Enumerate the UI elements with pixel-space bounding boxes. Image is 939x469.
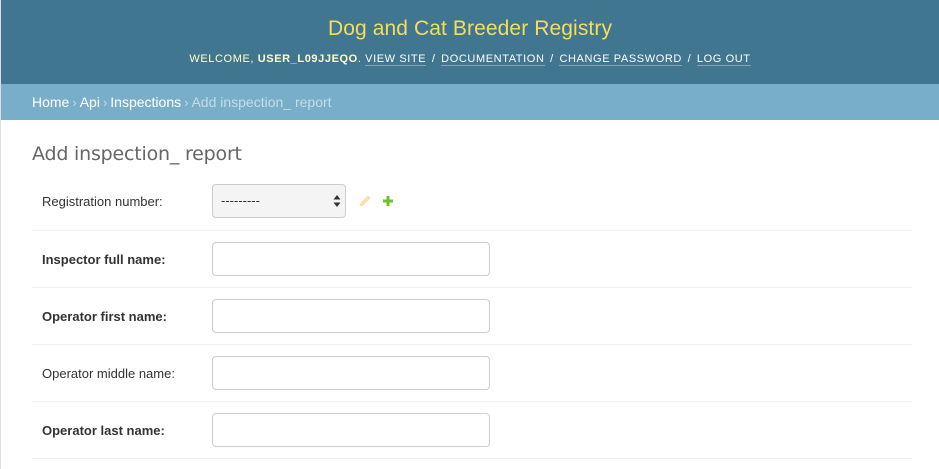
welcome-text: Welcome, [189, 53, 255, 65]
admin-page: Dog and Cat Breeder Registry Welcome, us… [0, 0, 939, 469]
plus-icon[interactable] [381, 194, 395, 208]
breadcrumb-separator: › [72, 95, 77, 110]
separator: / [550, 53, 554, 65]
select-caret-icon [333, 195, 341, 207]
breadcrumb-inspections[interactable]: Inspections [110, 94, 181, 110]
pencil-icon[interactable] [358, 194, 372, 208]
site-title[interactable]: Dog and Cat Breeder Registry [1, 17, 939, 41]
username: user_l09jjeqo [257, 53, 358, 65]
view-site-link[interactable]: View site [365, 53, 427, 66]
breadcrumb-home[interactable]: Home [32, 94, 69, 110]
change-password-link[interactable]: Change password [559, 53, 682, 66]
operator-last-name-input[interactable] [212, 413, 490, 447]
site-header: Dog and Cat Breeder Registry Welcome, us… [1, 0, 939, 84]
breadcrumb-separator: › [102, 95, 108, 110]
registration-number-widget: --------- [212, 184, 395, 218]
breadcrumb-api[interactable]: Api [80, 94, 100, 110]
registration-number-selected: --------- [221, 193, 260, 208]
user-tools: Welcome, user_l09jjeqo. View site / Docu… [189, 53, 751, 66]
separator: / [431, 53, 436, 65]
form-row-registration-number: Registration number: --------- [32, 184, 912, 231]
registration-number-label: Registration number: [42, 194, 163, 209]
operator-first-name-input[interactable] [212, 299, 490, 333]
inspection-report-form: Registration number: --------- Inspector… [32, 184, 912, 459]
separator: / [687, 53, 692, 65]
operator-middle-name-input[interactable] [212, 356, 490, 390]
operator-middle-name-label: Operator middle name: [42, 365, 175, 381]
form-row-inspector-full-name: Inspector full name: [32, 231, 912, 288]
inspector-full-name-input[interactable] [212, 242, 490, 276]
breadcrumb-current: Add inspection_ report [191, 94, 332, 110]
form-row-operator-last-name: Operator last name: [32, 402, 912, 459]
form-row-operator-first-name: Operator first name: [32, 288, 912, 345]
form-row-operator-middle-name: Operator middle name: [32, 345, 912, 402]
breadcrumb-separator: › [184, 95, 189, 110]
page-title: Add inspection_ report [32, 143, 242, 165]
registration-number-select[interactable]: --------- [212, 184, 346, 218]
main-content: Add inspection_ report Registration numb… [1, 142, 939, 459]
log-out-link[interactable]: Log out [696, 53, 751, 66]
documentation-link[interactable]: Documentation [441, 53, 545, 66]
operator-last-name-label: Operator last name: [42, 422, 165, 438]
breadcrumb: Home › Api › Inspections › Add inspection_ rep… [1, 84, 939, 120]
operator-first-name-label: Operator first name: [42, 308, 167, 324]
inspector-full-name-label: Inspector full name: [42, 251, 166, 267]
